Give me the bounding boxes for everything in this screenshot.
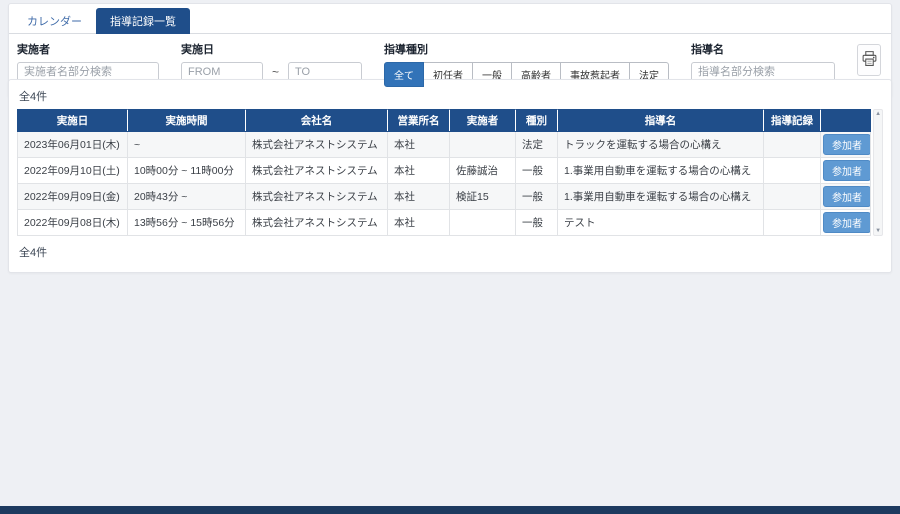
scroll-down-icon[interactable]: ▼ xyxy=(875,228,881,234)
cell-office: 本社 xyxy=(388,158,450,184)
cell-guidance-record xyxy=(764,210,821,236)
cell-office: 本社 xyxy=(388,132,450,158)
cell-office: 本社 xyxy=(388,210,450,236)
cell-guidance-record xyxy=(764,184,821,210)
printer-icon xyxy=(861,50,878,70)
cell-implementer xyxy=(450,210,516,236)
guidance-record-table: 実施日 実施時間 会社名 営業所名 実施者 種別 指導名 指導記録 2023年0… xyxy=(17,109,871,236)
cell-company: 株式会社アネストシステム xyxy=(246,210,388,236)
col-header-type: 種別 xyxy=(516,110,558,132)
implementer-filter: 実施者 xyxy=(17,41,159,82)
cell-company: 株式会社アネストシステム xyxy=(246,158,388,184)
cell-guidance-name: 1.事業用自動車を運転する場合の心構え xyxy=(558,184,764,210)
footer-bar xyxy=(0,506,900,514)
print-button[interactable] xyxy=(857,44,881,76)
date-filter: 実施日 ~ xyxy=(181,41,362,82)
cell-time: 20時43分 ~ xyxy=(128,184,246,210)
record-list-panel: 全4件 実施日 実施時間 会社名 営業所名 実施者 種別 指導名 指導記録 xyxy=(8,79,892,273)
cell-time: 10時00分 ~ 11時00分 xyxy=(128,158,246,184)
cell-guidance-name: トラックを運転する場合の心構え xyxy=(558,132,764,158)
tab-bar: カレンダー 指導記録一覧 xyxy=(9,4,891,34)
col-header-company: 会社名 xyxy=(246,110,388,132)
result-count-bottom: 全4件 xyxy=(19,244,883,260)
col-header-office: 営業所名 xyxy=(388,110,450,132)
date-range-separator: ~ xyxy=(272,65,279,79)
col-header-action xyxy=(821,110,871,132)
participants-button[interactable]: 参加者 xyxy=(823,134,871,155)
col-header-guidance-record: 指導記録 xyxy=(764,110,821,132)
date-label: 実施日 xyxy=(181,41,362,57)
participants-button[interactable]: 参加者 xyxy=(823,186,871,207)
cell-type: 一般 xyxy=(516,210,558,236)
cell-date: 2022年09月10日(土) xyxy=(18,158,128,184)
table-row: 2022年09月08日(木) 13時56分 ~ 15時56分 株式会社アネストシ… xyxy=(18,210,871,236)
scroll-up-icon[interactable]: ▲ xyxy=(875,111,881,117)
participants-button[interactable]: 参加者 xyxy=(823,212,871,233)
type-button-all[interactable]: 全て xyxy=(384,62,424,87)
cell-time: ~ xyxy=(128,132,246,158)
cell-date: 2023年06月01日(木) xyxy=(18,132,128,158)
cell-implementer xyxy=(450,132,516,158)
cell-implementer: 検証15 xyxy=(450,184,516,210)
col-header-guidance-name: 指導名 xyxy=(558,110,764,132)
participants-button[interactable]: 参加者 xyxy=(823,160,871,181)
result-count-top: 全4件 xyxy=(19,88,883,104)
cell-type: 法定 xyxy=(516,132,558,158)
cell-guidance-name: テスト xyxy=(558,210,764,236)
cell-type: 一般 xyxy=(516,158,558,184)
cell-date: 2022年09月09日(金) xyxy=(18,184,128,210)
table-row: 2022年09月10日(土) 10時00分 ~ 11時00分 株式会社アネストシ… xyxy=(18,158,871,184)
cell-company: 株式会社アネストシステム xyxy=(246,184,388,210)
cell-guidance-record xyxy=(764,132,821,158)
cell-time: 13時56分 ~ 15時56分 xyxy=(128,210,246,236)
cell-implementer: 佐藤誠治 xyxy=(450,158,516,184)
table-row: 2023年06月01日(木) ~ 株式会社アネストシステム 本社 法定 トラック… xyxy=(18,132,871,158)
cell-date: 2022年09月08日(木) xyxy=(18,210,128,236)
tab-calendar[interactable]: カレンダー xyxy=(13,8,96,34)
cell-guidance-name: 1.事業用自動車を運転する場合の心構え xyxy=(558,158,764,184)
table-vertical-scrollbar[interactable]: ▲ ▼ xyxy=(873,109,883,236)
cell-office: 本社 xyxy=(388,184,450,210)
guidance-name-label: 指導名 xyxy=(691,41,835,57)
table-header-row: 実施日 実施時間 会社名 営業所名 実施者 種別 指導名 指導記録 xyxy=(18,110,871,132)
guidance-type-label: 指導種別 xyxy=(384,41,669,57)
col-header-implementer: 実施者 xyxy=(450,110,516,132)
implementer-label: 実施者 xyxy=(17,41,159,57)
col-header-date: 実施日 xyxy=(18,110,128,132)
cell-company: 株式会社アネストシステム xyxy=(246,132,388,158)
tab-guidance-record-list[interactable]: 指導記録一覧 xyxy=(96,8,190,34)
cell-guidance-record xyxy=(764,158,821,184)
table-row: 2022年09月09日(金) 20時43分 ~ 株式会社アネストシステム 本社 … xyxy=(18,184,871,210)
cell-type: 一般 xyxy=(516,184,558,210)
col-header-time: 実施時間 xyxy=(128,110,246,132)
guidance-name-filter: 指導名 xyxy=(691,41,835,82)
